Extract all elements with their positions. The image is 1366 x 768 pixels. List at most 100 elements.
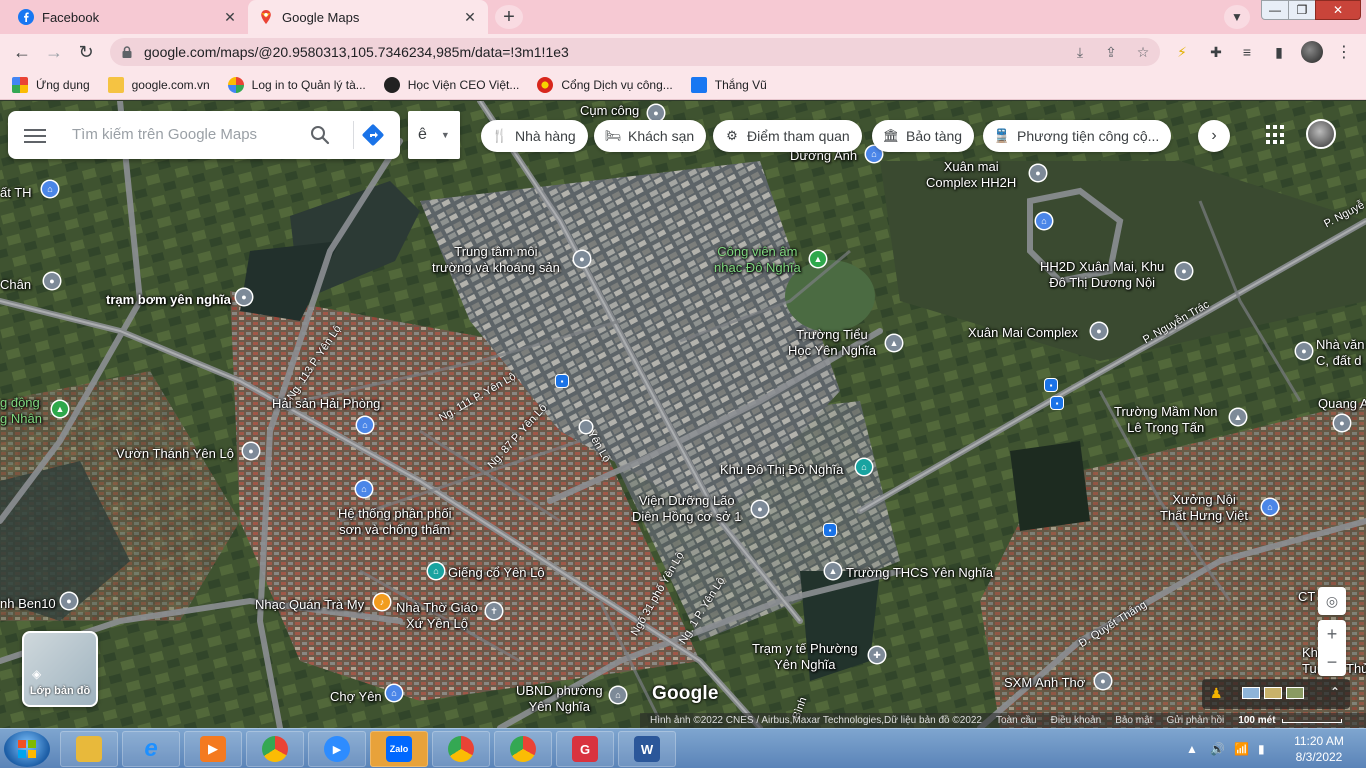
start-button[interactable] (4, 731, 50, 767)
imagery-thumbnail[interactable] (1286, 687, 1304, 699)
place-label[interactable]: SXM Anh Thơ (1004, 675, 1085, 691)
shopping-pin-icon[interactable]: ⌂ (357, 417, 373, 433)
expand-up-icon[interactable]: ⌃ (1330, 685, 1340, 699)
place-label[interactable]: Hệ thống phân phối sơn và chống thấm (338, 506, 451, 538)
place-pin-icon[interactable]: ● (243, 443, 259, 459)
place-pin-icon[interactable]: ● (648, 105, 664, 121)
forward-button[interactable]: → (42, 40, 66, 64)
side-panel-icon[interactable]: ▮ (1269, 42, 1289, 62)
privacy-link[interactable]: Bảo mật (1115, 715, 1152, 726)
bus-stop-icon[interactable]: ▪ (1045, 379, 1057, 391)
place-pin-icon[interactable]: ● (1091, 323, 1107, 339)
account-avatar[interactable] (1306, 119, 1336, 149)
place-pin-icon[interactable]: ● (1334, 415, 1350, 431)
government-pin-icon[interactable]: ⌂ (610, 687, 626, 703)
place-label[interactable]: Quang A (1318, 396, 1366, 412)
bus-stop-icon[interactable]: ▪ (556, 375, 568, 387)
imagery-thumbnail[interactable] (1242, 687, 1260, 699)
tab-facebook[interactable]: Facebook ✕ (8, 0, 248, 34)
share-icon[interactable]: ⇪ (1101, 42, 1121, 62)
tab-search-button[interactable]: ▼ (1224, 5, 1250, 29)
minimize-button[interactable]: — (1261, 0, 1289, 20)
place-pin-icon[interactable]: ● (574, 251, 590, 267)
taskbar-zalo[interactable]: Zalo (370, 731, 428, 767)
close-tab-icon[interactable]: ✕ (462, 9, 478, 25)
zoom-in-button[interactable]: + (1318, 620, 1346, 648)
school-pin-icon[interactable]: ▲ (825, 563, 841, 579)
extensions-puzzle-icon[interactable]: ✚ (1206, 42, 1226, 62)
google-apps-icon[interactable] (1266, 125, 1286, 145)
search-icon[interactable] (308, 123, 332, 147)
bookmark-thang-vu[interactable]: Thắng Vũ (690, 76, 767, 93)
place-pin-icon[interactable]: ● (1176, 263, 1192, 279)
place-label[interactable]: g động g Nhân (0, 395, 42, 427)
place-label[interactable]: Công viên âm nhạc Đô Nghĩa (714, 244, 801, 276)
place-pin-icon[interactable]: ● (44, 273, 60, 289)
volume-icon[interactable]: 🔊 (1210, 729, 1225, 768)
place-label[interactable]: Khu Đô Thị Đô Nghĩa (720, 462, 843, 478)
place-pin-icon[interactable]: ● (1030, 165, 1046, 181)
close-tab-icon[interactable]: ✕ (222, 9, 238, 25)
taskbar-internet-explorer[interactable]: e (122, 731, 180, 767)
place-label[interactable]: Chân (0, 277, 31, 293)
place-label[interactable]: Cụm công (580, 103, 639, 119)
taskbar-chrome-3[interactable] (494, 731, 552, 767)
taskbar-file-explorer[interactable] (60, 731, 118, 767)
place-label[interactable]: Xưởng Nội Thất Hưng Việt (1160, 492, 1248, 524)
taskbar-chrome-2[interactable] (432, 731, 490, 767)
place-label[interactable]: Xuân mai Complex HH2H (926, 159, 1016, 191)
bookmark-apps[interactable]: Ứng dụng (12, 76, 90, 93)
taskbar-media-player[interactable]: ▶ (184, 731, 242, 767)
search-input[interactable]: Tìm kiếm trên Google Maps (72, 126, 257, 143)
address-bar[interactable]: google.com/maps/@20.9580313,105.7346234,… (110, 38, 1160, 66)
place-label[interactable]: Trạm y tế Phường Yên Nghĩa (752, 641, 858, 673)
extension-bolt-icon[interactable]: ⚡ (1172, 42, 1192, 62)
bus-stop-icon[interactable]: ▪ (1051, 397, 1063, 409)
new-tab-button[interactable]: + (495, 5, 523, 29)
place-label[interactable]: Hải sản Hải Phòng (272, 396, 380, 412)
landmark-pin-icon[interactable]: ⌂ (428, 563, 444, 579)
shopping-pin-icon[interactable]: ⌂ (42, 181, 58, 197)
taskbar-zoom[interactable]: ▶ (308, 731, 366, 767)
church-pin-icon[interactable]: ✝ (486, 603, 502, 619)
chip-transit[interactable]: 🚆 Phương tiện công cộ... (983, 120, 1172, 152)
install-app-icon[interactable]: ⤓ (1070, 42, 1090, 62)
place-pin-icon[interactable]: ● (236, 289, 252, 305)
shopping-pin-icon[interactable]: ⌂ (1262, 499, 1278, 515)
chip-museums[interactable]: 🏛 Bảo tàng (872, 120, 975, 152)
chip-restaurants[interactable]: 🍴 Nhà hàng (481, 120, 588, 152)
browser-menu-icon[interactable]: ⋮ (1336, 42, 1352, 62)
map-canvas[interactable]: Ng. 113 P. Yên Lộ Ng. 111 P. Yên Lộ Ng. … (0, 101, 1366, 728)
bookmark-dich-vu-cong[interactable]: Cổng Dịch vụ công... (537, 76, 673, 93)
taskbar-chrome-1[interactable] (246, 731, 304, 767)
chip-hotels[interactable]: 🛏 Khách sạn (594, 120, 707, 152)
place-label[interactable]: Trung tâm môi trường và khoáng sản (432, 244, 560, 276)
layers-button[interactable]: ◈ Lớp bản đồ (22, 631, 98, 707)
shopping-pin-icon[interactable]: ⌂ (1036, 213, 1052, 229)
chips-next-button[interactable]: › (1198, 120, 1230, 152)
place-label[interactable]: Trường Mầm Non Lê Trọng Tấn (1114, 404, 1217, 436)
maximize-button[interactable]: ❐ (1288, 0, 1316, 20)
close-window-button[interactable]: ✕ (1315, 0, 1361, 20)
tab-google-maps[interactable]: Google Maps ✕ (248, 0, 488, 34)
taskbar-word[interactable]: W (618, 731, 676, 767)
place-label[interactable]: Viện Dưỡng Lão Diên Hồng cơ sở 1 (632, 493, 742, 525)
park-pin-icon[interactable]: ▲ (810, 251, 826, 267)
place-label[interactable]: nh Ben10 (0, 596, 56, 612)
park-pin-icon[interactable]: ▲ (52, 401, 68, 417)
media-queue-icon[interactable]: ≡ (1237, 42, 1257, 62)
place-label[interactable]: ất TH (0, 185, 32, 201)
taskbar-greenshot[interactable]: G (556, 731, 614, 767)
place-label[interactable]: Nhà văn C, đất d (1316, 337, 1364, 369)
school-pin-icon[interactable]: ▲ (886, 335, 902, 351)
place-pin-icon[interactable]: ● (61, 593, 77, 609)
battery-icon[interactable]: ▮ (1258, 729, 1265, 768)
place-label[interactable]: CT (1298, 589, 1315, 605)
place-label[interactable]: Nhạc Quán Trà My (255, 597, 364, 613)
back-button[interactable]: ← (10, 40, 34, 64)
place-label[interactable]: Xuân Mai Complex (968, 325, 1078, 341)
place-label[interactable]: Trường Tiểu Học Yên Nghĩa (788, 327, 876, 359)
landmark-pin-icon[interactable]: ⌂ (856, 459, 872, 475)
hospital-pin-icon[interactable]: ✚ (869, 647, 885, 663)
place-label[interactable]: Vườn Thánh Yên Lộ (116, 446, 234, 462)
